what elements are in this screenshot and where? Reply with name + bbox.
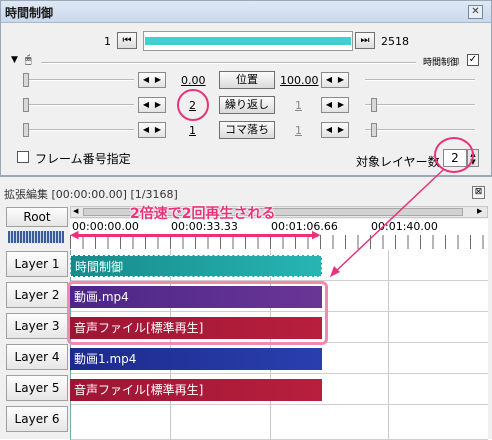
repeat-button[interactable]: 繰り返し [219,96,275,114]
clip-audio-2[interactable]: 音声ファイル[標準再生] [70,379,322,401]
param1-right-slider[interactable] [365,79,475,81]
annotation-left-arrow-icon: ◀ [70,228,79,241]
param3-left-spin[interactable]: ◀ ▶ [138,122,166,138]
timeline-window: 拡張編集 [00:00:00.00] [1/3168] ⊠ Root ◀ ▶ 0… [0,176,492,440]
param1-left-slider[interactable] [26,79,134,81]
expand-triangle-icon[interactable]: ▼ [11,55,18,65]
param2-left-spin[interactable]: ◀ ▶ [138,97,166,113]
frame-end: 2518 [381,35,409,48]
layer-4-button[interactable]: Layer 4 [6,344,68,370]
window-title: 時間制御 [5,6,54,20]
param1-right-spin[interactable]: ◀ ▶ [321,72,349,88]
param2-right-slider[interactable] [365,104,475,106]
layer-1-button[interactable]: Layer 1 [6,251,68,277]
cursor-line [70,250,71,440]
timeline-close-icon[interactable]: ⊠ [472,186,485,199]
scroll-left-icon[interactable]: ◀ [73,207,78,215]
time-0: 00:00:00.00 [72,220,139,233]
repeat-value-highlight [177,89,209,121]
frame-progress[interactable] [143,31,353,51]
layer-6-button[interactable]: Layer 6 [6,406,68,432]
next-frame-button[interactable]: ⏭ [355,32,375,49]
frame-number-label: フレーム番号指定 [35,152,131,166]
param3-value[interactable]: 1 [189,124,196,137]
frame-drop-button[interactable]: コマ落ち [219,121,275,139]
mouse-icon: 🖱 [25,53,32,66]
param1-left-spin[interactable]: ◀ ▶ [138,72,166,88]
clip-time-control[interactable]: 時間制御 [70,255,322,277]
grid-line [388,250,389,440]
speed-annotation: 2倍速で2回再生される [130,206,276,222]
frame-start: 1 [104,35,111,48]
timeline-title: 拡張編集 [00:00:00.00] [1/3168] [4,188,178,201]
scroll-right-icon[interactable]: ▶ [477,207,482,215]
frame-number-checkbox[interactable] [17,151,29,163]
param1-right-value[interactable]: 100.00 [280,74,319,87]
track-6[interactable] [70,405,488,440]
time-control-window: 時間制御 ✕ 1 ⏮ ⏭ 2518 ▼ 🖱 時間制御 ✓ ◀ ▶ 0.00 位置 … [0,0,492,176]
layer-5-button[interactable]: Layer 5 [6,375,68,401]
target-layers-label: 対象レイヤー数 [356,155,440,169]
param2-left-slider[interactable] [26,104,134,106]
clip-video-1[interactable]: 動画1.mp4 [70,348,322,370]
title-bar: 時間制御 ✕ [1,1,491,23]
param3-left-thumb[interactable] [23,123,29,137]
param3-left-slider[interactable] [26,129,134,131]
param2-right-thumb[interactable] [371,98,377,112]
ruler-ticks [70,235,488,249]
time-2: 00:01:06.66 [271,220,338,233]
param3-right-spin[interactable]: ◀ ▶ [321,122,349,138]
param1-left-thumb[interactable] [23,73,29,87]
layer-2-button[interactable]: Layer 2 [6,282,68,308]
time-3: 00:01:40.00 [371,220,438,233]
layer-3-button[interactable]: Layer 3 [6,313,68,339]
zoom-indicator[interactable] [8,231,64,243]
param3-right-value[interactable]: 1 [295,124,302,137]
position-button[interactable]: 位置 [219,71,275,89]
param3-right-thumb[interactable] [371,123,377,137]
param2-left-thumb[interactable] [23,98,29,112]
param1-value[interactable]: 0.00 [181,74,206,87]
header-slider [41,62,416,64]
param3-right-slider[interactable] [365,129,475,131]
root-button[interactable]: Root [6,207,68,227]
header-label: 時間制御 [423,58,460,68]
param2-right-spin[interactable]: ◀ ▶ [321,97,349,113]
close-icon[interactable]: ✕ [468,5,483,19]
frame-progress-fill [145,37,351,45]
target-layers-highlight [434,137,474,173]
annotation-bar [74,234,318,237]
prev-frame-button[interactable]: ⏮ [117,32,137,49]
param2-right-value[interactable]: 1 [295,99,302,112]
enable-checkbox[interactable]: ✓ [467,54,479,66]
grid-line [170,250,171,440]
clips-highlight [67,281,328,345]
grid-line [270,250,271,440]
annotation-right-arrow-icon: ▶ [312,228,321,241]
